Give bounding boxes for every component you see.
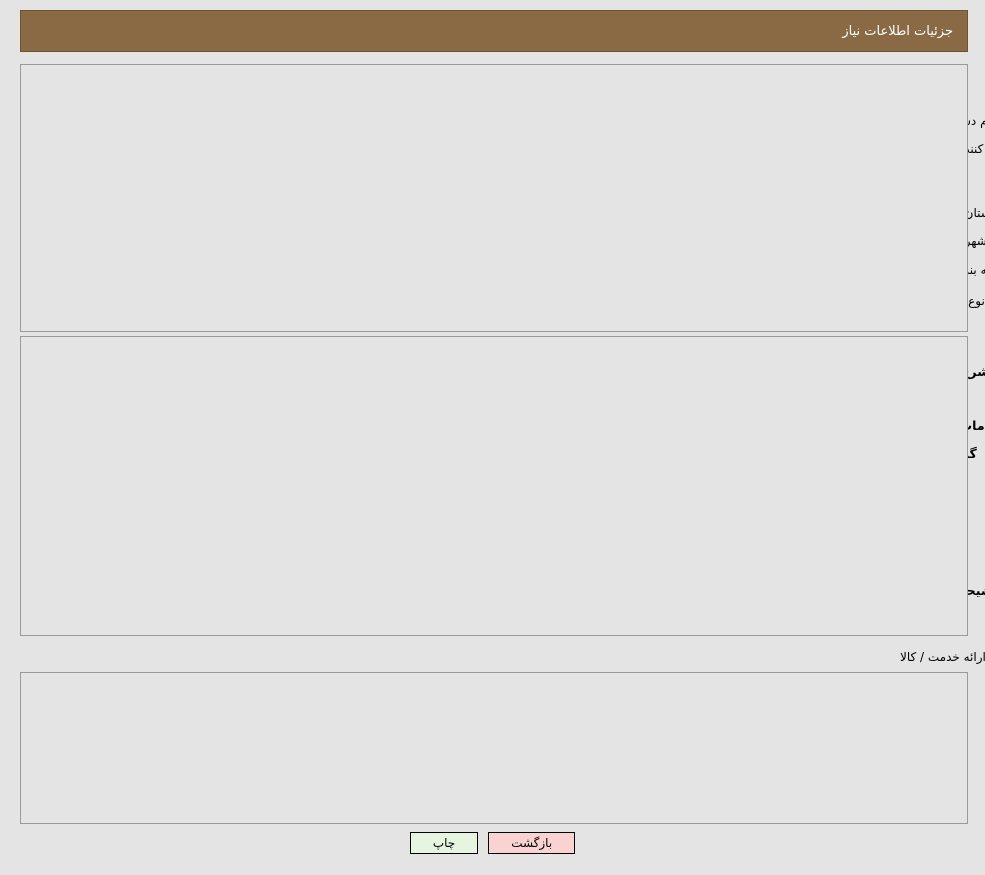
back-button[interactable]: بازگشت <box>488 832 576 854</box>
need-info-panel <box>20 64 968 332</box>
print-button[interactable]: چاپ <box>409 832 479 854</box>
page-header: جزئیات اطلاعات نیاز <box>20 10 968 52</box>
need-detail-panel <box>20 336 968 636</box>
footer-actions: بازگشت چاپ <box>0 832 985 854</box>
permits-heading: اطلاعات مجوزهای ارائه خدمت / کالا <box>900 650 985 664</box>
page-title: جزئیات اطلاعات نیاز <box>842 23 953 39</box>
permits-panel <box>20 672 968 824</box>
